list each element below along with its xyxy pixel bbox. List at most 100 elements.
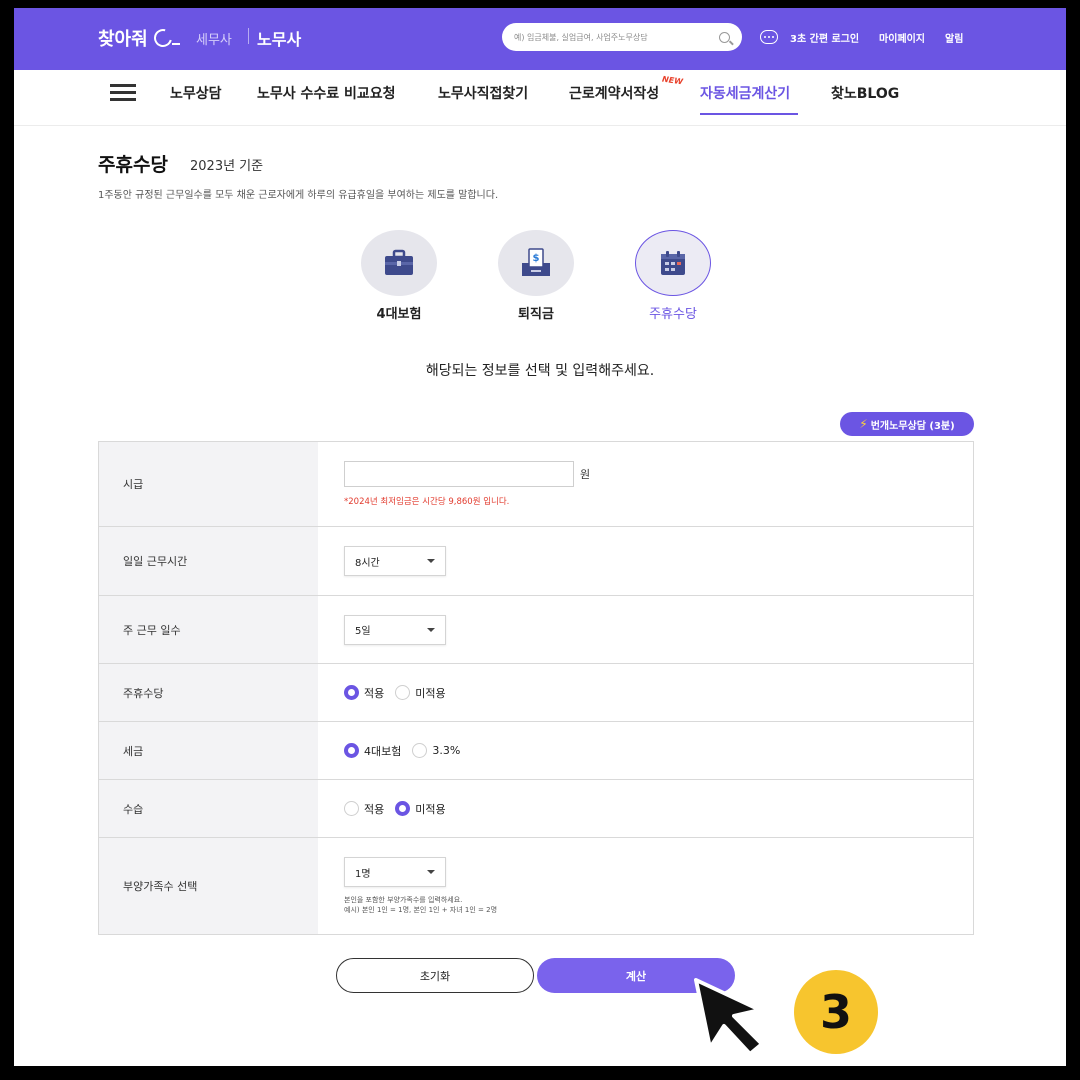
holiday-pay-not-apply-label[interactable]: 미적용 [415, 685, 445, 701]
search-icon[interactable] [719, 31, 730, 43]
nav-item-consult[interactable]: 노무상담 [170, 83, 222, 103]
probation-label: 수습 [99, 780, 318, 837]
wage-body: 원 *2024년 최저임금은 시간당 9,860원 입니다. [318, 442, 973, 526]
holiday-pay-not-apply-radio[interactable] [395, 685, 411, 700]
mypage-link[interactable]: 마이페이지 [879, 30, 925, 45]
step-number-badge: 3 [794, 970, 878, 1054]
daily-hours-body: 8시간 [318, 527, 973, 595]
nav-item-contract-writer[interactable]: 근로계약서작성 [569, 83, 659, 103]
notification-link[interactable]: 알림 [945, 30, 963, 45]
quick-consult-button[interactable]: ⚡ 번개노무상담 (3분) [840, 412, 974, 436]
dependents-body: 1명 본인을 포함한 부양가족수를 입력하세요. 예시) 본인 1인 = 1명,… [318, 838, 973, 934]
category-severance-label: 퇴직금 [518, 307, 554, 322]
dependents-note-line1: 본인을 포함한 부양가족수를 입력하세요. [344, 896, 463, 904]
probation-apply-radio[interactable] [344, 801, 359, 816]
chevron-down-icon [427, 870, 435, 874]
chevron-down-icon [427, 559, 435, 563]
hourly-wage-input[interactable] [344, 461, 574, 487]
tax-body: 4대보험 3.3% [318, 722, 973, 779]
probation-body: 적용 미적용 [318, 780, 973, 837]
nav-item-tax-calculator[interactable]: 자동세금계산기 [700, 83, 790, 103]
form-row-holiday-pay: 주휴수당 적용 미적용 [99, 663, 973, 721]
category-insurance-label: 4대보험 [376, 307, 422, 322]
category-insurance[interactable]: 4대보험 [359, 230, 439, 322]
briefcase-icon [385, 249, 413, 275]
tax-3-3-radio[interactable] [412, 743, 428, 758]
dependents-value: 1명 [355, 868, 371, 880]
daily-hours-label: 일일 근무시간 [99, 527, 318, 595]
holiday-pay-apply-radio[interactable] [344, 685, 359, 700]
weekly-days-label: 주 근무 일수 [99, 596, 318, 663]
main-nav: 노무상담 노무사 수수료 비교요청 노무사직접찾기 근로계약서작성 NEW 자동… [14, 70, 1066, 126]
nav-item-blog[interactable]: 찾노BLOG [831, 83, 899, 103]
logo-magnifier-handle [171, 42, 180, 46]
form-row-dependents: 부양가족수 선택 1명 본인을 포함한 부양가족수를 입력하세요. 예시) 본인… [99, 837, 973, 934]
category-insurance-circle [361, 230, 437, 296]
svg-text:$: $ [533, 253, 540, 264]
new-badge: NEW [661, 74, 684, 87]
daily-hours-select[interactable]: 8시간 [344, 546, 446, 576]
wage-label: 시급 [99, 442, 318, 526]
nav-item-fee-compare[interactable]: 노무사 수수료 비교요청 [257, 83, 396, 103]
tax-insurance-radio[interactable] [344, 743, 359, 758]
quick-login-link[interactable]: 3초 간편 로그인 [790, 30, 859, 45]
weekly-days-value: 5일 [355, 626, 371, 637]
weekly-days-select[interactable]: 5일 [344, 614, 446, 645]
form-row-daily-hours: 일일 근무시간 8시간 [99, 526, 973, 595]
daily-hours-value: 8시간 [355, 557, 380, 569]
search-input[interactable]: 예) 임금체불, 실업급여, 사업주노무상담 [514, 32, 719, 43]
page-title: 주휴수당 [98, 154, 168, 176]
hamburger-menu-icon[interactable] [110, 84, 136, 102]
mouse-pointer-icon [694, 978, 764, 1056]
page: 찾아줘 세무사 노무사 예) 임금체불, 실업급여, 사업주노무상담 3초 간편… [14, 8, 1066, 1066]
wage-line: 원 [344, 461, 973, 487]
category-weekly-holiday-pay-circle [635, 230, 711, 296]
probation-radio-group: 적용 미적용 [344, 801, 973, 817]
probation-not-apply-label[interactable]: 미적용 [415, 801, 445, 817]
minimum-wage-note: *2024년 최저임금은 시간당 9,860원 입니다. [344, 497, 510, 507]
lightning-icon: ⚡ [859, 417, 868, 431]
page-description: 1주동안 규정된 근무일수를 모두 채운 근로자에게 하루의 유급휴일을 부여하… [98, 190, 499, 201]
probation-not-apply-radio[interactable] [395, 801, 411, 816]
quick-consult-label: 번개노무상담 (3분) [870, 420, 955, 432]
dependents-note: 본인을 포함한 부양가족수를 입력하세요. 예시) 본인 1인 = 1명, 본인… [344, 895, 973, 915]
tax-insurance-label[interactable]: 4대보험 [364, 743, 401, 759]
dependents-select[interactable]: 1명 [344, 857, 446, 887]
money-tray-icon: $ [522, 248, 550, 276]
category-severance[interactable]: $ 퇴직금 [496, 230, 576, 322]
form-row-wage: 시급 원 *2024년 최저임금은 시간당 9,860원 입니다. [99, 442, 973, 526]
dependents-label: 부양가족수 선택 [99, 838, 318, 934]
holiday-pay-apply-label[interactable]: 적용 [364, 685, 384, 701]
holiday-pay-radio-group: 적용 미적용 [344, 685, 973, 701]
dependents-note-line2: 예시) 본인 1인 = 1명, 본인 1인 + 자녀 1인 = 2명 [344, 906, 498, 914]
site-switch-labor[interactable]: 노무사 [257, 26, 301, 50]
calculator-form: 시급 원 *2024년 최저임금은 시간당 9,860원 입니다. 일일 근무시… [98, 441, 974, 935]
logo-magnifier-icon [150, 25, 175, 51]
form-row-tax: 세금 4대보험 3.3% [99, 721, 973, 779]
category-severance-circle: $ [498, 230, 574, 296]
site-switch-tax[interactable]: 세무사 [196, 29, 232, 48]
instruction-text: 해당되는 정보를 선택 및 입력해주세요. [425, 363, 655, 379]
tax-label: 세금 [99, 722, 318, 779]
tax-radio-group: 4대보험 3.3% [344, 743, 973, 759]
probation-apply-label[interactable]: 적용 [364, 801, 384, 817]
top-bar: 찾아줘 세무사 노무사 예) 임금체불, 실업급여, 사업주노무상담 3초 간편… [14, 8, 1066, 70]
logo-text: 찾아줘 [98, 29, 148, 50]
search-box[interactable]: 예) 임금체불, 실업급여, 사업주노무상담 [502, 23, 742, 51]
nav-item-find-labor-attorney[interactable]: 노무사직접찾기 [438, 83, 528, 103]
holiday-pay-label: 주휴수당 [99, 664, 318, 721]
page-title-sub: 2023년 기준 [190, 159, 264, 174]
reset-button[interactable]: 초기화 [336, 958, 534, 993]
holiday-pay-body: 적용 미적용 [318, 664, 973, 721]
calendar-icon [661, 251, 685, 275]
site-divider [248, 28, 249, 44]
logo[interactable]: 찾아줘 [98, 25, 180, 51]
chevron-down-icon [427, 627, 435, 632]
nav-active-indicator [700, 113, 798, 115]
category-weekly-holiday-pay[interactable]: 주휴수당 [633, 230, 713, 322]
tax-3-3-label[interactable]: 3.3% [432, 744, 460, 757]
wage-unit: 원 [580, 468, 591, 481]
form-row-weekly-days: 주 근무 일수 5일 [99, 595, 973, 663]
weekly-days-body: 5일 [318, 596, 973, 663]
chat-icon [760, 30, 778, 44]
